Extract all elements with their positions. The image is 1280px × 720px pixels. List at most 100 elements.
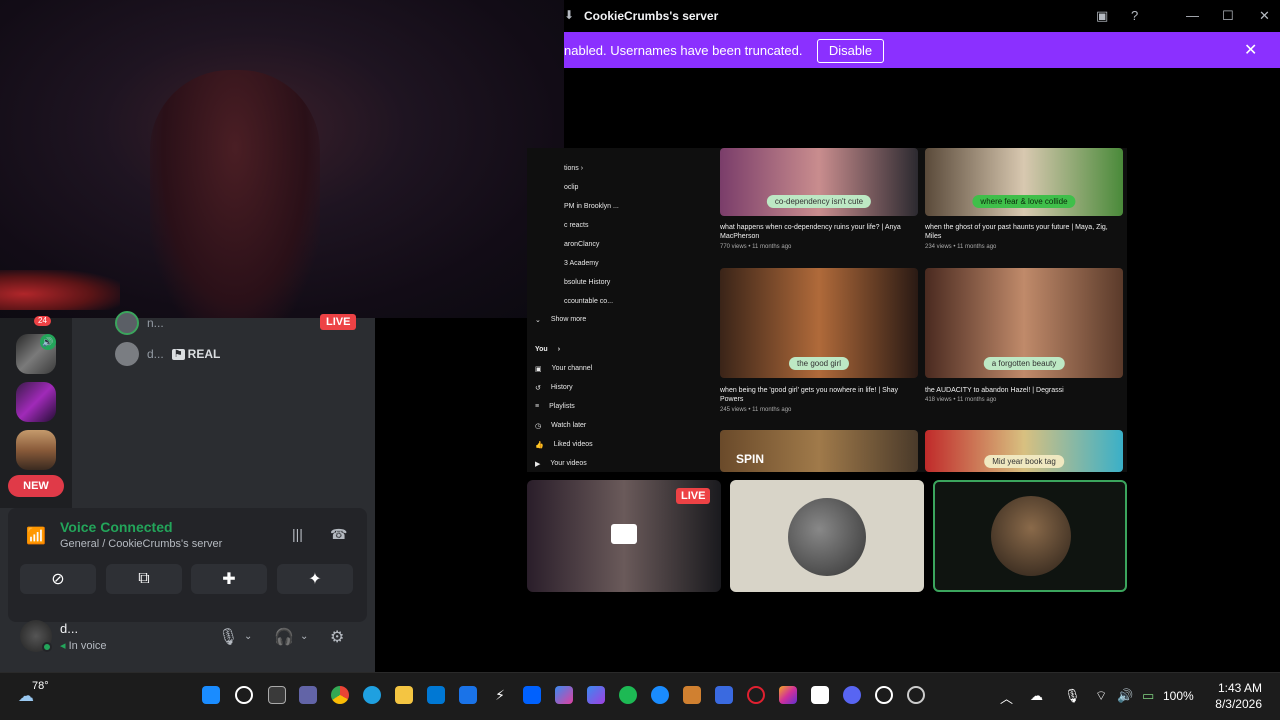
video-thumbnail[interactable]: where fear & love collide — [925, 148, 1123, 216]
discord-icon[interactable] — [843, 686, 861, 704]
yt-nav-item[interactable]: bsolute History — [564, 279, 610, 286]
member-name: n... — [147, 316, 164, 330]
wifi-icon[interactable]: ⌔ — [1095, 688, 1107, 704]
video-meta: 234 views • 11 months ago — [925, 244, 997, 250]
camera-button[interactable]: ⊘ — [20, 564, 96, 594]
settings-button[interactable]: ⚙ — [330, 627, 344, 647]
mic-options-chevron-icon[interactable]: ⌄ — [244, 631, 252, 642]
store-icon[interactable] — [427, 686, 445, 704]
video-thumbnail[interactable]: Mid year book tag — [925, 430, 1123, 472]
inbox-icon[interactable]: ▣ — [1096, 8, 1108, 24]
member-row-1[interactable]: n... — [115, 310, 164, 336]
microphone-icon[interactable]: 🎙 — [1064, 688, 1081, 704]
stream-tile-speaking[interactable] — [933, 480, 1127, 592]
help-app-icon[interactable] — [651, 686, 669, 704]
signal-icon[interactable]: 📶 — [26, 526, 46, 546]
new-badge[interactable]: NEW — [8, 475, 64, 497]
yt-nav-item[interactable]: ccountable co... — [564, 298, 613, 305]
mic-icon: 🎙 — [218, 629, 239, 646]
headphones-button[interactable]: 🎧 — [274, 627, 294, 647]
video-title[interactable]: the AUDACITY to abandon Hazel! | Degrass… — [925, 386, 1115, 395]
chrome-icon[interactable] — [331, 686, 349, 704]
spotify-icon[interactable] — [619, 686, 637, 704]
amazon-icon[interactable] — [811, 686, 829, 704]
yt-you-item[interactable]: ▶ Your videos — [535, 460, 587, 468]
history-icon: ↺ — [535, 385, 541, 392]
maximize-icon[interactable]: ☐ — [1222, 8, 1234, 24]
yt-you-item[interactable]: 👍 Liked videos — [535, 441, 593, 449]
battery-icon[interactable]: ▭ — [1142, 688, 1154, 704]
clock-date[interactable]: 8/3/2026 — [1206, 697, 1262, 711]
yt-nav-item[interactable]: aronClancy — [564, 241, 599, 248]
playlist-icon: ≡ — [535, 403, 540, 410]
copilot-icon[interactable] — [555, 686, 573, 704]
edge-icon[interactable] — [363, 686, 381, 704]
mic-button[interactable]: 🎙 — [218, 627, 238, 647]
video-thumbnail[interactable]: the good girl — [720, 268, 918, 378]
chatgpt-icon[interactable] — [875, 686, 893, 704]
voice-status[interactable]: Voice Connected — [60, 519, 173, 535]
video-thumbnail[interactable]: co-dependency isn't cute — [720, 148, 918, 216]
teams-icon[interactable] — [299, 686, 317, 704]
close-icon[interactable]: ✕ — [1244, 40, 1257, 60]
yt-nav-item[interactable]: PM in Brooklyn ... — [564, 203, 619, 210]
opera-icon[interactable] — [747, 686, 765, 704]
webcam-person — [150, 70, 320, 318]
app-icon[interactable] — [683, 686, 701, 704]
yt-nav-item[interactable]: c reacts — [564, 222, 589, 229]
yt-you-item[interactable]: ◷ Watch later — [535, 422, 586, 430]
server-icon-2[interactable] — [16, 382, 56, 422]
activities-button[interactable]: ✚ — [191, 564, 267, 594]
copilot-365-icon[interactable] — [587, 686, 605, 704]
battery-percent[interactable]: 100% — [1163, 689, 1194, 703]
video-thumbnail[interactable]: a forgotten beauty — [925, 268, 1123, 378]
screen-share-button[interactable]: ⧉ — [106, 564, 182, 594]
video-meta: 245 views • 11 months ago — [720, 407, 792, 413]
video-title[interactable]: when being the 'good girl' gets you nowh… — [720, 386, 910, 404]
tray-overflow-chevron-icon[interactable]: ︿ — [1000, 688, 1013, 707]
voice-channel[interactable]: General / CookieCrumbs's server — [60, 538, 222, 550]
weather-temperature[interactable]: 78° — [32, 680, 49, 692]
instagram-icon[interactable] — [779, 686, 797, 704]
user-name[interactable]: d... — [60, 621, 78, 636]
task-view-icon[interactable] — [268, 686, 286, 704]
yt-nav-item[interactable]: 3 Academy — [564, 260, 599, 267]
yt-nav-item[interactable]: tions › — [564, 165, 583, 172]
yt-nav-item[interactable]: oclip — [564, 184, 578, 191]
yt-you-item[interactable]: ▣ Your channel — [535, 365, 592, 373]
yt-you-item[interactable]: ↺ History — [535, 384, 573, 392]
dropbox-icon[interactable] — [523, 686, 541, 704]
yt-you-header[interactable]: You › — [535, 346, 560, 353]
noise-suppression-icon[interactable]: ||| — [292, 526, 303, 542]
cloud-icon[interactable]: ☁ — [1030, 688, 1043, 704]
disconnect-icon[interactable]: ☎ — [330, 526, 347, 543]
app-icon[interactable] — [715, 686, 733, 704]
member-row-2[interactable]: d... ⚑ REAL — [115, 341, 220, 367]
soundboard-button[interactable]: ✦ — [277, 564, 353, 594]
video-thumbnail[interactable]: SPIN — [720, 430, 918, 472]
stream-tile-participant[interactable] — [730, 480, 924, 592]
server-icon-3[interactable] — [16, 430, 56, 470]
yt-you-item[interactable]: ≡ Playlists — [535, 403, 575, 410]
show-more[interactable]: ⌄ Show more — [535, 316, 586, 324]
headphones-options-chevron-icon[interactable]: ⌄ — [300, 631, 308, 642]
app-icon[interactable] — [907, 686, 925, 704]
help-icon[interactable]: ? — [1131, 8, 1138, 23]
avatar — [991, 496, 1071, 576]
close-window-icon[interactable]: ✕ — [1259, 8, 1270, 24]
volume-icon[interactable]: 🔊 — [1117, 688, 1133, 704]
live-badge: LIVE — [676, 488, 711, 504]
windows-start-icon[interactable] — [202, 686, 220, 704]
mail-icon[interactable] — [459, 686, 477, 704]
bolt-icon[interactable]: ⚡ — [491, 686, 509, 704]
minimize-icon[interactable]: — — [1186, 8, 1199, 23]
search-icon[interactable] — [235, 686, 253, 704]
avatar — [115, 342, 139, 366]
disable-button[interactable]: Disable — [817, 39, 884, 63]
chevron-down-icon: ⌄ — [535, 317, 541, 324]
clock-icon: ◷ — [535, 423, 542, 430]
video-title[interactable]: what happens when co-dependency ruins yo… — [720, 223, 910, 241]
folder-icon[interactable] — [395, 686, 413, 704]
video-title[interactable]: when the ghost of your past haunts your … — [925, 223, 1115, 241]
clock-time[interactable]: 1:43 AM — [1212, 681, 1262, 695]
